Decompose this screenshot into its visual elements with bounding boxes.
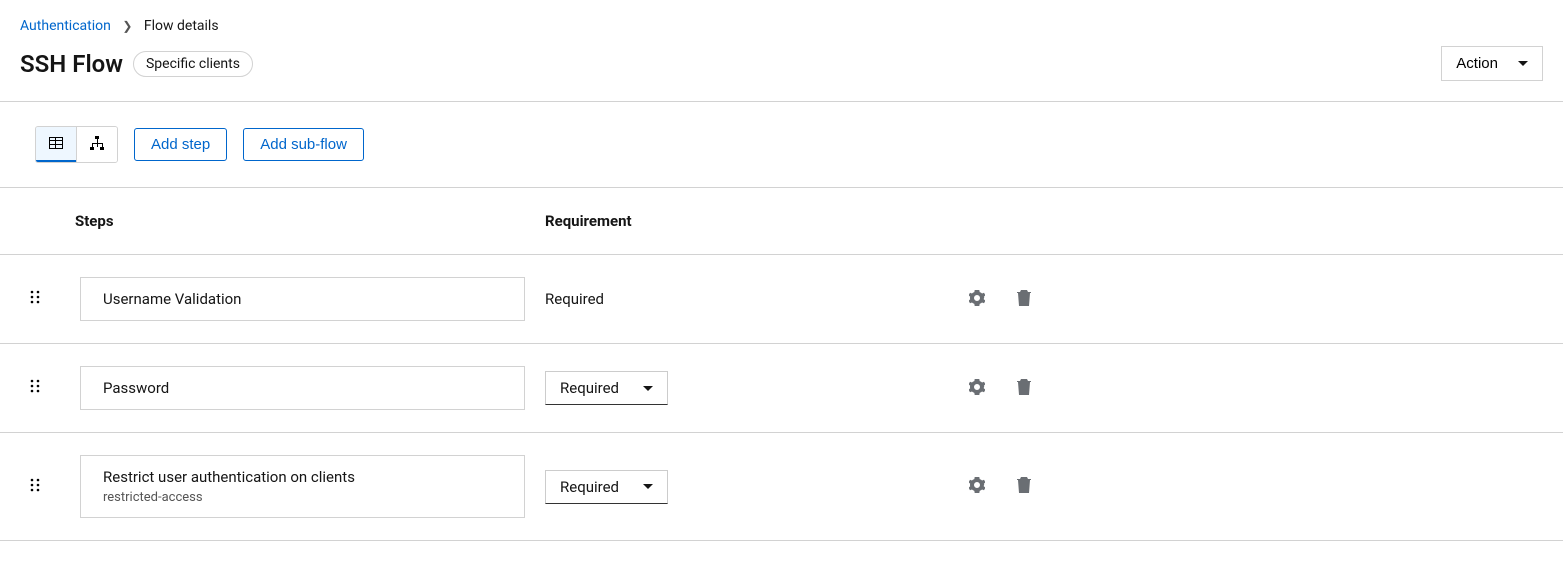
step-box: Password [80,366,525,410]
drag-handle-icon[interactable] [30,378,40,398]
toolbar: Add step Add sub-flow [0,102,1563,188]
delete-button[interactable] [1013,473,1035,500]
page-title: SSH Flow [20,50,123,78]
trash-icon [1017,477,1031,496]
view-toggle-table[interactable] [36,127,76,162]
table-row: Username Validation Required [0,255,1563,344]
row-actions [965,286,1553,313]
table-icon [48,135,64,154]
caret-down-icon [1518,61,1528,66]
settings-button[interactable] [965,473,989,500]
row-actions [965,473,1553,500]
caret-down-icon [643,484,653,489]
breadcrumb: Authentication ❯ Flow details [0,0,1563,40]
view-toggle-group [35,126,118,163]
flow-type-chip: Specific clients [133,51,253,77]
column-header-requirement: Requirement [535,188,955,255]
delete-button[interactable] [1013,286,1035,313]
step-name: Password [103,379,502,397]
breadcrumb-current: Flow details [144,18,219,34]
column-header-steps: Steps [0,188,535,255]
settings-button[interactable] [965,286,989,313]
gear-icon [969,477,985,496]
page-header-left: SSH Flow Specific clients [20,50,253,78]
settings-button[interactable] [965,375,989,402]
view-toggle-diagram[interactable] [76,127,117,162]
action-dropdown-label: Action [1456,55,1498,72]
table-row: Password Required [0,344,1563,433]
requirement-value: Required [545,290,604,308]
drag-handle-icon[interactable] [30,477,40,497]
requirement-select[interactable]: Required [545,371,668,405]
requirement-select[interactable]: Required [545,470,668,504]
chevron-right-icon: ❯ [122,19,132,33]
add-step-button[interactable]: Add step [134,128,227,161]
trash-icon [1017,290,1031,309]
drag-handle-icon[interactable] [30,289,40,309]
action-dropdown[interactable]: Action [1441,46,1543,81]
caret-down-icon [643,386,653,391]
step-box: Restrict user authentication on clients r… [80,455,525,518]
step-name: Restrict user authentication on clients [103,468,502,486]
step-name: Username Validation [103,290,502,308]
diagram-icon [89,135,105,154]
gear-icon [969,290,985,309]
step-box: Username Validation [80,277,525,321]
steps-table: Steps Requirement Username Validation Req… [0,188,1563,541]
breadcrumb-link-authentication[interactable]: Authentication [20,18,111,34]
step-alias: restricted-access [103,490,502,505]
delete-button[interactable] [1013,375,1035,402]
add-subflow-button[interactable]: Add sub-flow [243,128,364,161]
requirement-value: Required [560,379,619,397]
row-actions [965,375,1553,402]
table-row: Restrict user authentication on clients r… [0,433,1563,541]
trash-icon [1017,379,1031,398]
page-header: SSH Flow Specific clients Action [0,40,1563,102]
gear-icon [969,379,985,398]
requirement-value: Required [560,478,619,496]
